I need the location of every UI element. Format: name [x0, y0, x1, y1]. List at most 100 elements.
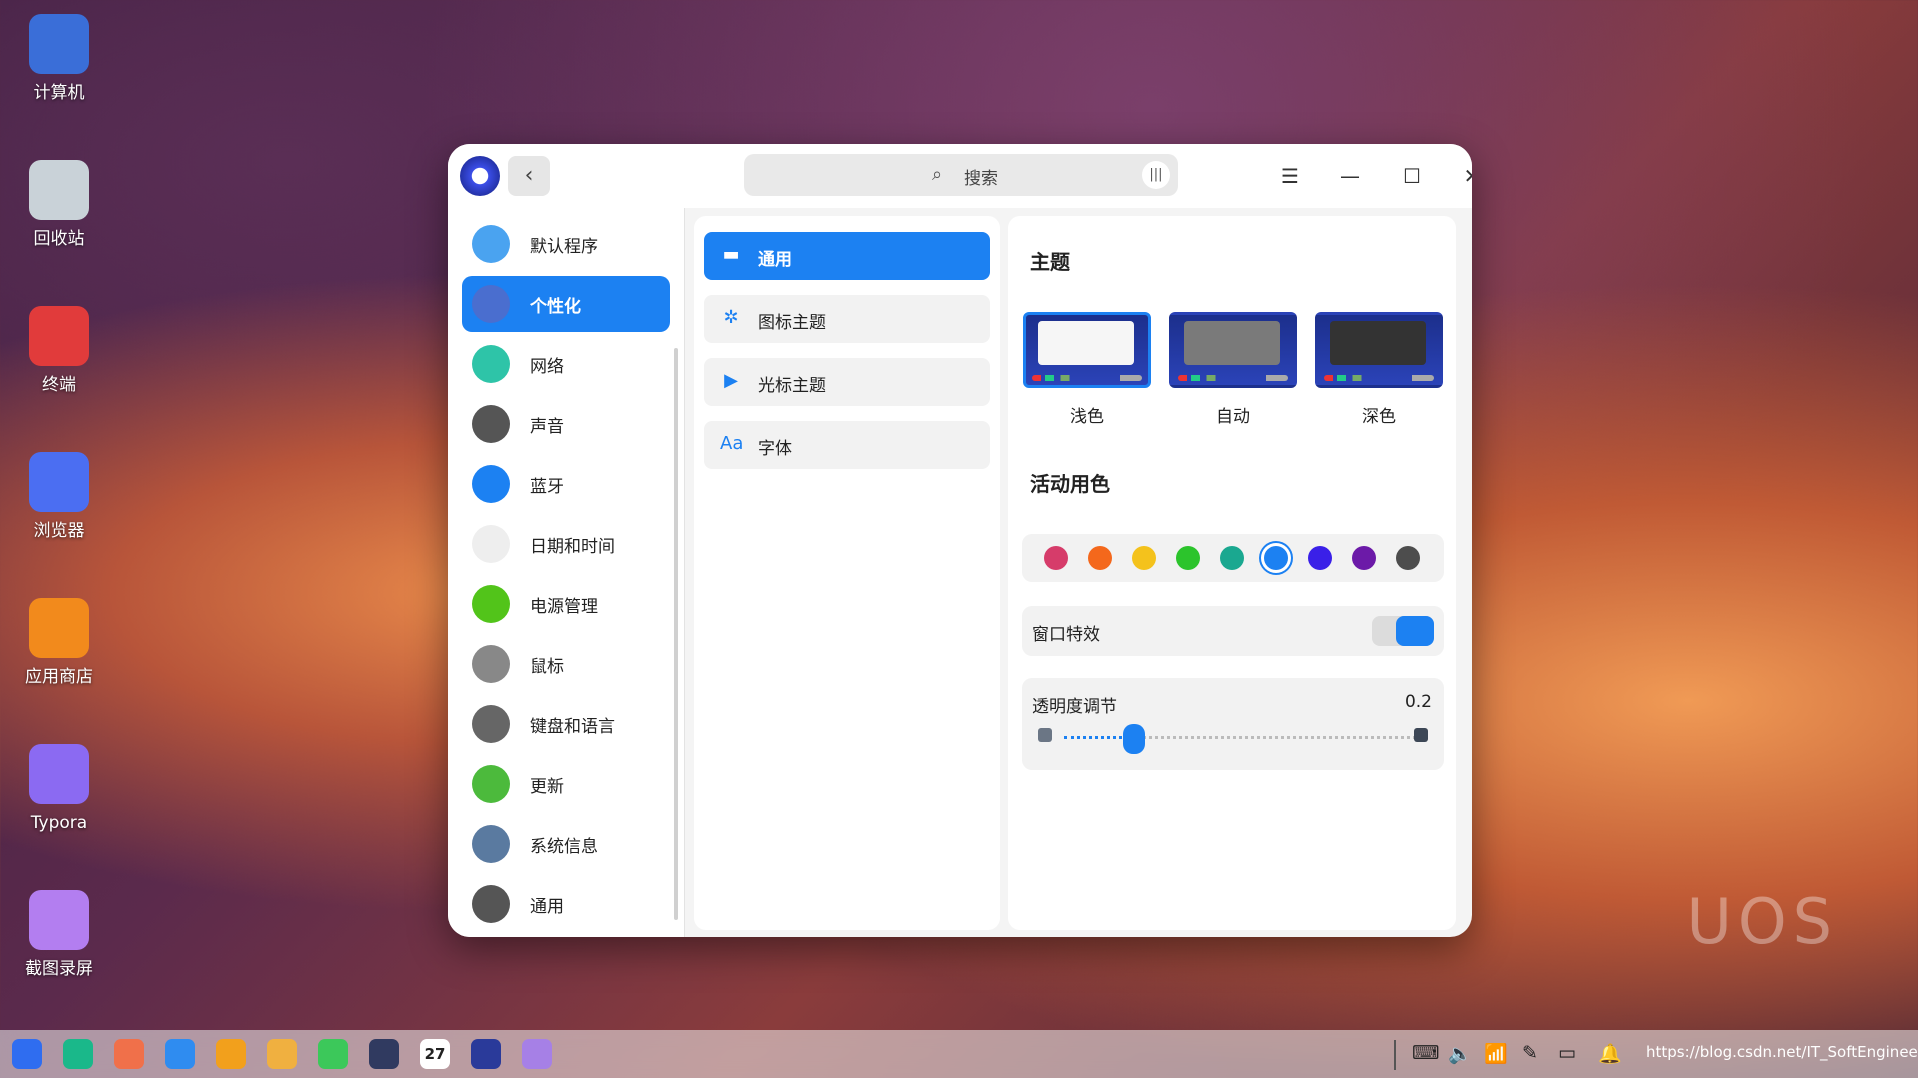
- opacity-high-icon: [1414, 728, 1428, 742]
- desktop-icon-label: Typora: [30, 813, 88, 833]
- network-icon: [472, 345, 510, 383]
- theme-preview-dock: [1032, 375, 1142, 381]
- subnav-item-label: 通用: [758, 250, 792, 270]
- launcher-icon[interactable]: [12, 1039, 42, 1069]
- opacity-value: 0.2: [1404, 692, 1432, 712]
- theme-preview-dock: [1178, 375, 1288, 381]
- theme-option-2[interactable]: 深色: [1314, 312, 1444, 427]
- calendar-icon[interactable]: 27: [420, 1039, 450, 1069]
- sidebar-item-3[interactable]: 声音: [462, 396, 670, 452]
- file-manager-icon[interactable]: [63, 1039, 93, 1069]
- subnav-item-label: 字体: [758, 439, 792, 459]
- sidebar-item-5[interactable]: 日期和时间: [462, 516, 670, 572]
- clock-icon: [472, 525, 510, 563]
- desktop-app-icon: [29, 306, 89, 366]
- desktop-icon-5[interactable]: Typora: [18, 744, 100, 837]
- sidebar-item-4[interactable]: 蓝牙: [462, 456, 670, 512]
- accent-heading: 活动用色: [1030, 472, 1110, 496]
- accent-swatch-0[interactable]: [1044, 546, 1068, 570]
- sidebar-item-9[interactable]: 更新: [462, 756, 670, 812]
- sidebar-item-6[interactable]: 电源管理: [462, 576, 670, 632]
- desktop-app-icon: [29, 890, 89, 950]
- sidebar-item-7[interactable]: 鼠标: [462, 636, 670, 692]
- subnav-item-icon: ✲: [723, 307, 739, 328]
- theme-option-label: 深色: [1362, 407, 1396, 427]
- sidebar: 默认程序个性化 网络声音蓝牙 日期和时间 电源管理 鼠标键盘和语言更新系统信息通用: [448, 208, 685, 937]
- shop-icon[interactable]: [216, 1039, 246, 1069]
- screenshot-dock-icon[interactable]: [522, 1039, 552, 1069]
- personalization-subnav: ▬ 通用 ✲ 图标主题 ▶ 光标主题 Aa 字体: [694, 216, 1000, 930]
- desktop-icon-2[interactable]: 终端: [18, 306, 100, 399]
- battery-tray-icon[interactable]: ▭: [1558, 1042, 1576, 1064]
- keyboard-tray-icon[interactable]: ⌨: [1412, 1042, 1439, 1064]
- appstore-dock-icon[interactable]: [165, 1039, 195, 1069]
- accent-swatch-2[interactable]: [1132, 546, 1156, 570]
- subnav-item-2[interactable]: ▶ 光标主题: [704, 358, 990, 406]
- notification-icon[interactable]: 🔔: [1598, 1042, 1622, 1065]
- opacity-slider-handle[interactable]: [1123, 724, 1146, 754]
- subnav-item-1[interactable]: ✲ 图标主题: [704, 295, 990, 343]
- subnav-item-icon: ▬: [722, 244, 740, 265]
- accent-swatch-1[interactable]: [1088, 546, 1112, 570]
- gear-icon: [472, 885, 510, 923]
- sidebar-scrollbar[interactable]: [674, 348, 678, 920]
- theme-option-label: 浅色: [1070, 407, 1104, 427]
- maximize-button[interactable]: ☐: [1396, 160, 1428, 192]
- menu-button[interactable]: ☰: [1274, 160, 1306, 192]
- theme-option-0[interactable]: 浅色: [1022, 312, 1152, 427]
- control-center-dock-icon[interactable]: [471, 1039, 501, 1069]
- theme-heading: 主题: [1030, 250, 1070, 274]
- desktop-app-icon: [29, 160, 89, 220]
- desktop-icon-0[interactable]: 计算机: [18, 14, 100, 107]
- sidebar-item-label: 系统信息: [530, 837, 598, 857]
- search-icon: ⌕: [932, 164, 943, 185]
- video-icon[interactable]: [369, 1039, 399, 1069]
- accent-swatch-5[interactable]: [1264, 546, 1288, 570]
- sidebar-item-10[interactable]: 系统信息: [462, 816, 670, 872]
- accent-swatch-3[interactable]: [1176, 546, 1200, 570]
- minimize-button[interactable]: —: [1334, 160, 1366, 192]
- multitask-icon[interactable]: [114, 1039, 144, 1069]
- sidebar-item-1[interactable]: 个性化: [462, 276, 670, 332]
- theme-preview-window: [1184, 321, 1280, 365]
- theme-option-1[interactable]: 自动: [1168, 312, 1298, 427]
- desktop-icon-1[interactable]: 回收站: [18, 160, 100, 253]
- desktop-app-icon: [29, 14, 89, 74]
- sidebar-item-11[interactable]: 通用: [462, 876, 670, 932]
- desktop-icon-3[interactable]: 浏览器: [18, 452, 100, 545]
- sidebar-item-label: 声音: [530, 417, 564, 437]
- desktop-icon-4[interactable]: 应用商店: [18, 598, 100, 691]
- sidebar-item-2[interactable]: 网络: [462, 336, 670, 392]
- sidebar-item-8[interactable]: 键盘和语言: [462, 696, 670, 752]
- personalization-icon: [472, 285, 510, 323]
- music-icon[interactable]: [318, 1039, 348, 1069]
- sidebar-item-label: 默认程序: [530, 237, 598, 257]
- desktop-icon-label: 应用商店: [25, 667, 93, 687]
- voice-input-icon[interactable]: |||: [1142, 161, 1170, 189]
- sidebar-item-label: 键盘和语言: [530, 717, 615, 737]
- close-button[interactable]: ✕: [1456, 160, 1472, 192]
- search-placeholder: 搜索: [964, 169, 998, 189]
- accent-swatch-7[interactable]: [1352, 546, 1376, 570]
- accent-swatch-8[interactable]: [1396, 546, 1420, 570]
- opacity-slider[interactable]: [1064, 724, 1416, 754]
- desktop-icon-6[interactable]: 截图录屏: [18, 890, 100, 983]
- window-effect-toggle[interactable]: [1372, 616, 1434, 646]
- back-button[interactable]: ‹: [508, 156, 550, 196]
- uos-watermark: UOS: [1686, 885, 1838, 958]
- subnav-item-3[interactable]: Aa 字体: [704, 421, 990, 469]
- pen-icon[interactable]: ✎: [1522, 1042, 1538, 1064]
- subnav-item-icon: Aa: [720, 433, 744, 454]
- subnav-item-0[interactable]: ▬ 通用: [704, 232, 990, 280]
- theme-preview-window: [1038, 321, 1134, 365]
- theme-preview-window: [1330, 321, 1426, 365]
- accent-swatch-4[interactable]: [1220, 546, 1244, 570]
- photos-icon[interactable]: [267, 1039, 297, 1069]
- volume-icon[interactable]: 🔈: [1448, 1042, 1472, 1065]
- opacity-low-icon: [1038, 728, 1052, 742]
- accent-swatch-6[interactable]: [1308, 546, 1332, 570]
- wifi-icon[interactable]: 📶: [1484, 1042, 1508, 1065]
- sidebar-item-0[interactable]: 默认程序: [462, 216, 670, 272]
- taskbar-separator: [1394, 1040, 1396, 1070]
- search-input[interactable]: ⌕ 搜索 |||: [744, 154, 1178, 196]
